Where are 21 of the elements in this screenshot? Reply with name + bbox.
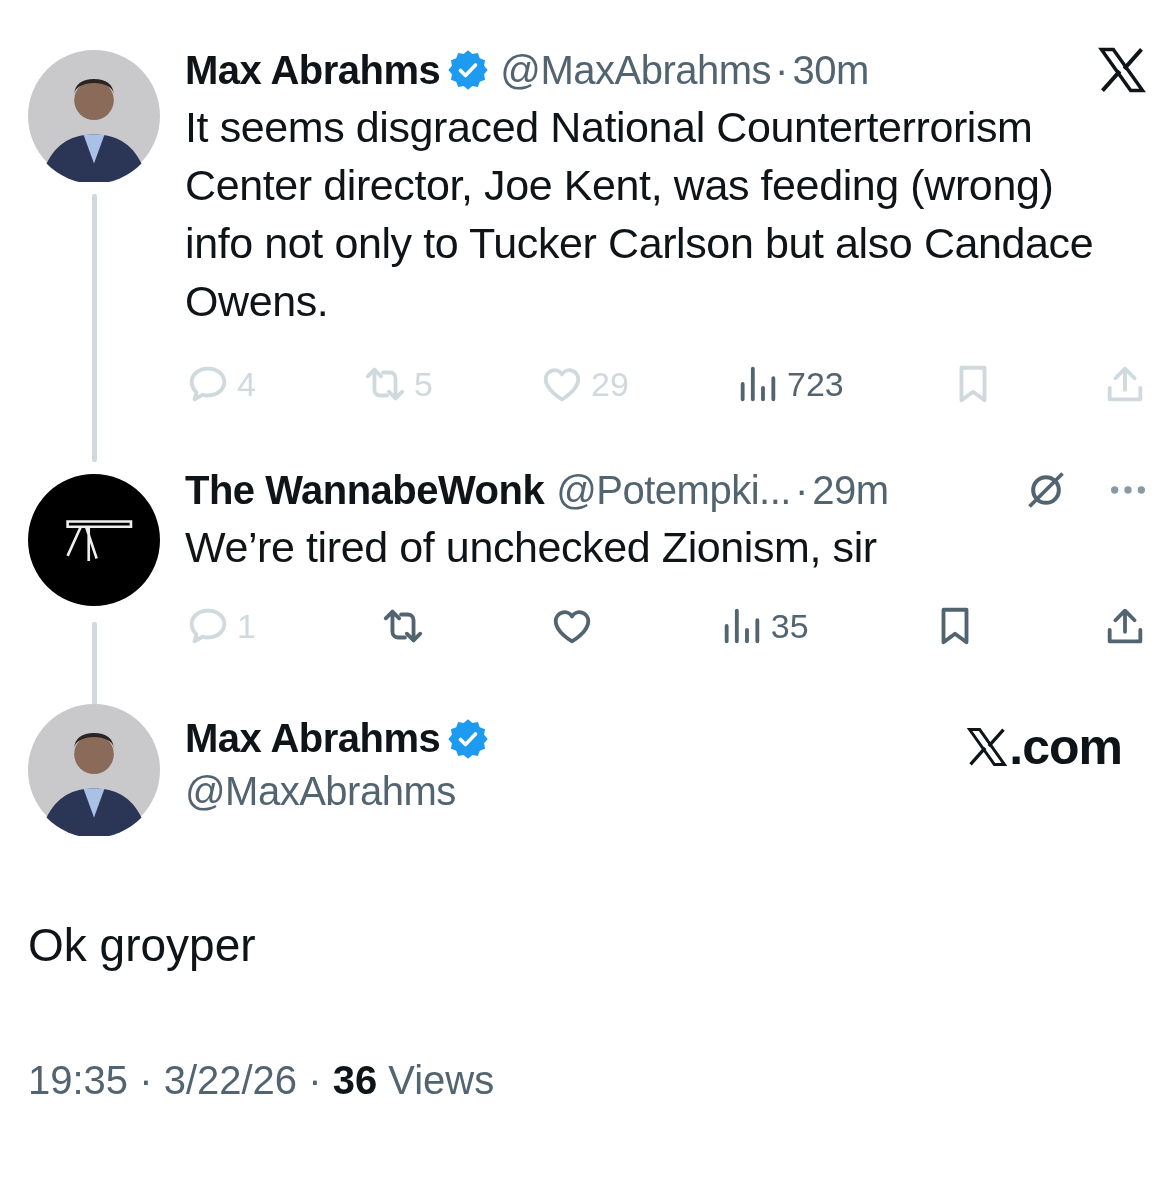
x-logo-icon [965, 725, 1010, 769]
brand-text: .com [1009, 718, 1122, 776]
timestamp: 29m [812, 467, 889, 513]
tweet-text: We’re tired of unchecked Zionism, sir [185, 522, 878, 573]
separator-dot: · [794, 467, 809, 513]
avatar[interactable] [28, 474, 160, 606]
post-meta: 19:35 · 3/22/26 · 36 Views [28, 1058, 496, 1103]
timestamp: 30m [792, 47, 869, 93]
avatar[interactable] [28, 50, 160, 182]
author-handle: @Potempki... [556, 467, 791, 513]
separator-dot: · [775, 47, 789, 93]
author-name: Max Abrahms [185, 716, 441, 761]
views-button[interactable]: 35 [718, 603, 809, 649]
author-name: Max Abrahms [185, 47, 441, 93]
tweet-text: It seems disgraced National Counterterrorism Center director, Joe Kent, was feeding (wrong) info not only to Tucker Carlson but also Candace Owens. [185, 102, 1095, 327]
author-handle: @MaxAbrahms [500, 47, 772, 93]
views-button[interactable]: 723 [735, 361, 844, 407]
author-handle: @MaxAbrahms [185, 769, 457, 814]
author-name: The WannabeWonk [185, 467, 545, 513]
tweet-text: Ok groyper [28, 918, 257, 972]
avatar[interactable] [28, 704, 160, 836]
